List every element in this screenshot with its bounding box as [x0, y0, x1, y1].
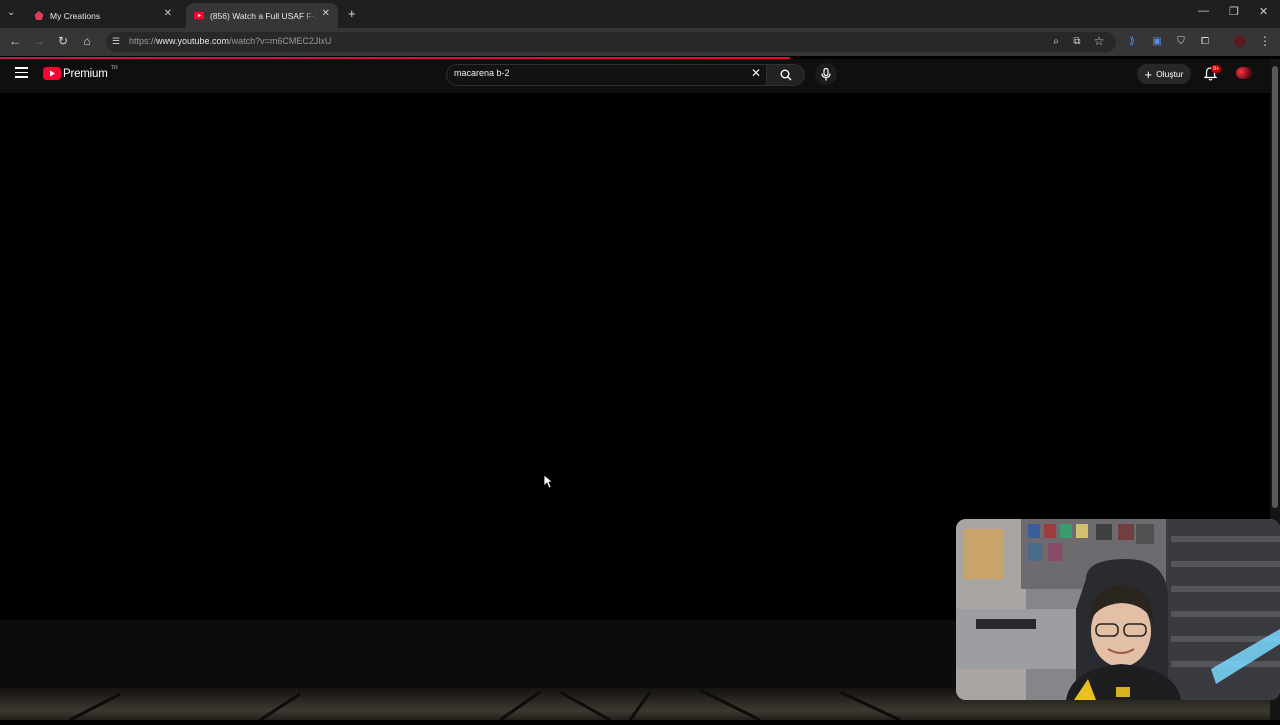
star-icon[interactable]: ☆: [1092, 34, 1106, 48]
menu-icon[interactable]: ⋮: [1258, 34, 1272, 48]
restore-button[interactable]: ❐: [1229, 5, 1239, 18]
notifications-button[interactable]: 9+: [1203, 65, 1222, 86]
puzzle-icon[interactable]: ⧠: [1198, 34, 1212, 48]
favicon-creations-icon: [34, 11, 44, 20]
extension-icon[interactable]: ⟫: [1125, 34, 1139, 48]
tab-title: (856) Watch a Full USAF F-16 Te: [210, 10, 318, 21]
minimize-button[interactable]: —: [1198, 5, 1209, 17]
search-query: macarena b-2: [454, 68, 510, 78]
close-icon[interactable]: ✕: [164, 8, 172, 19]
window-close-button[interactable]: ✕: [1259, 5, 1268, 18]
cursor-icon: [543, 474, 553, 489]
scrollbar-thumb[interactable]: [1272, 66, 1278, 508]
avatar[interactable]: [1236, 67, 1252, 79]
translate-icon[interactable]: ▣: [1150, 34, 1164, 48]
url-domain: www.youtube.com: [156, 36, 230, 46]
search-icon: [780, 69, 791, 81]
url-prefix: https://: [129, 36, 157, 46]
webcam-image: [956, 519, 1280, 700]
close-icon[interactable]: ✕: [322, 8, 330, 19]
zoom-icon[interactable]: ⌕: [1049, 34, 1063, 48]
url-path: /watch?v=m6CMEC2JlxU: [229, 36, 332, 46]
tab-youtube[interactable]: (856) Watch a Full USAF F-16 Te ✕: [186, 3, 338, 28]
reload-icon[interactable]: ↻: [56, 34, 70, 48]
create-label: Oluştur: [1156, 69, 1184, 79]
notification-badge: 9+: [1211, 65, 1222, 73]
logo-text: Premium: [63, 67, 108, 80]
voice-search-button[interactable]: [815, 63, 837, 85]
install-icon[interactable]: ⧉: [1070, 34, 1084, 48]
profile-avatar[interactable]: [1234, 35, 1246, 47]
youtube-favicon-icon: [194, 11, 204, 20]
youtube-logo[interactable]: Premium TR: [43, 64, 118, 80]
clear-search-icon[interactable]: ✕: [751, 66, 761, 80]
tab-list-icon[interactable]: ⌄: [7, 7, 15, 18]
plus-icon: +: [1144, 66, 1153, 82]
forward-icon[interactable]: →: [32, 34, 46, 48]
back-icon[interactable]: ←: [8, 34, 22, 48]
tab-my-creations[interactable]: My Creations ✕: [26, 3, 180, 28]
youtube-logo-icon: [43, 67, 61, 80]
url-text[interactable]: https://www.youtube.com/watch?v=m6CMEC2J…: [129, 36, 331, 46]
search-button[interactable]: [766, 64, 805, 86]
tab-title: My Creations: [50, 10, 101, 21]
region-label: TR: [110, 64, 118, 71]
shield-icon[interactable]: ⛉: [1174, 34, 1188, 48]
hamburger-icon[interactable]: [15, 67, 28, 78]
create-button[interactable]: + Oluştur: [1137, 64, 1191, 84]
webcam-overlay: [956, 519, 1280, 700]
mic-icon: [821, 67, 831, 80]
site-info-icon[interactable]: ☰: [109, 34, 123, 48]
new-tab-icon[interactable]: +: [348, 6, 356, 21]
home-icon[interactable]: ⌂: [80, 34, 94, 48]
